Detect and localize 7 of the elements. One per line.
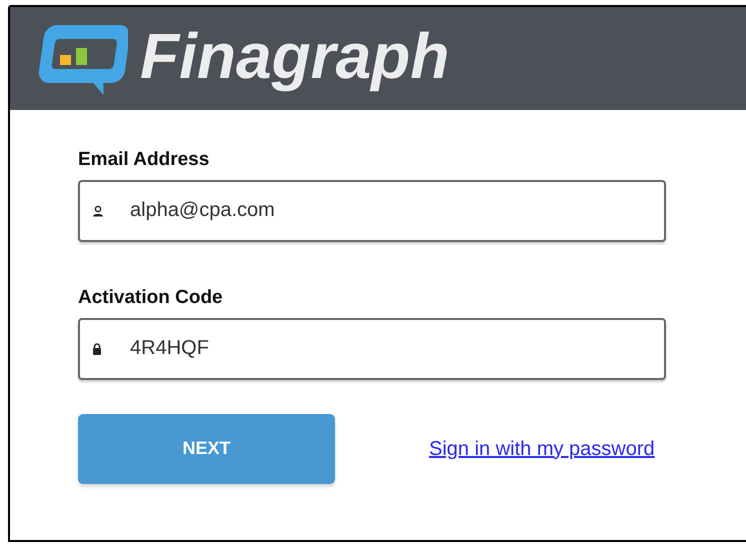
user-icon: [92, 204, 104, 217]
field-label: Activation Code: [78, 286, 224, 310]
input-field[interactable]: 4R4HQF: [78, 318, 666, 380]
input-field[interactable]: alpha@cpa.com: [78, 180, 666, 242]
password-sign-in-link[interactable]: Sign in with my password: [429, 434, 655, 464]
lock-icon: [92, 342, 102, 354]
field-label: Email Address: [78, 148, 210, 172]
